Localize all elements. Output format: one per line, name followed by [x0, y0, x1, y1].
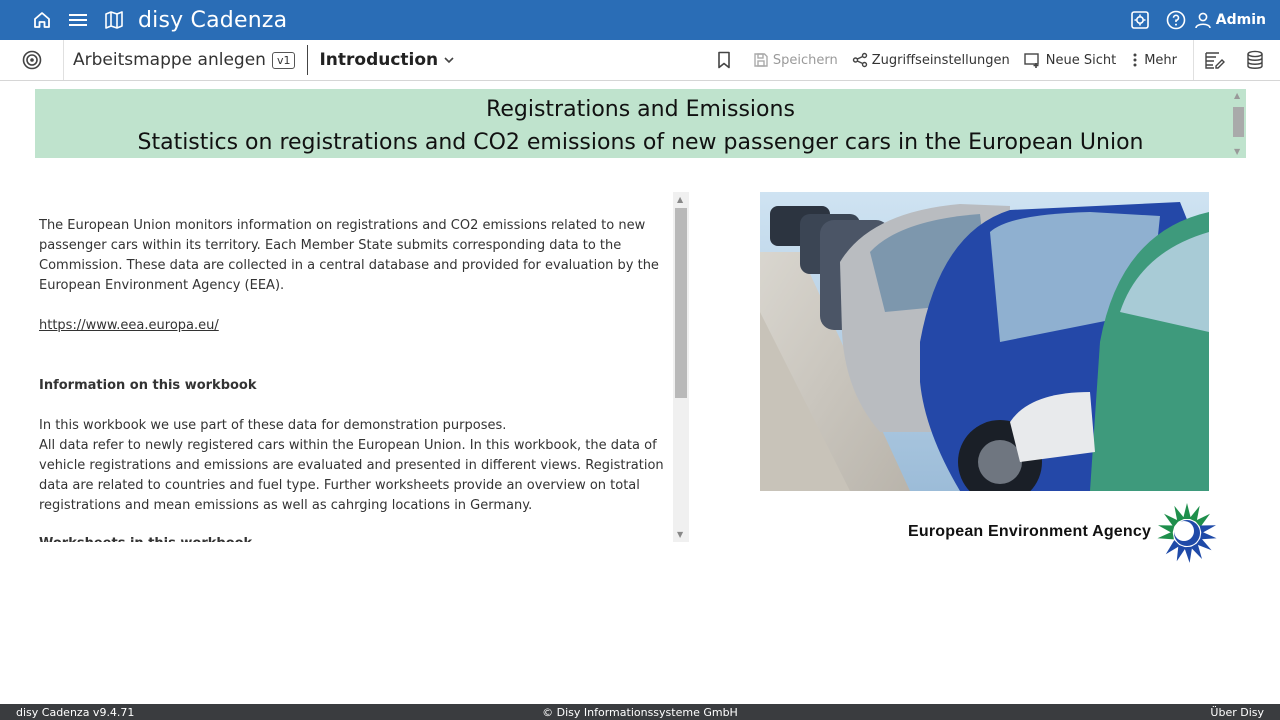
view-selector[interactable]: Introduction: [319, 50, 455, 70]
workbook-toolbar: Arbeitsmappe anlegen v1 Introduction Spe…: [0, 40, 1280, 81]
user-name: Admin: [1215, 12, 1266, 28]
add-view-icon: [1024, 53, 1039, 68]
scroll-down-arrow-icon[interactable]: ▼: [1234, 147, 1240, 156]
workbook-paragraph-2: All data refer to newly registered cars …: [39, 438, 664, 513]
toolbar-divider: [307, 45, 309, 75]
edit-view-button[interactable]: [1204, 50, 1230, 70]
bookmark-button[interactable]: [717, 51, 735, 69]
new-view-label: Neue Sicht: [1045, 52, 1117, 68]
access-settings-button[interactable]: Zugriffseinstellungen: [852, 52, 1010, 68]
user-icon: [1194, 12, 1211, 29]
view-name: Introduction: [319, 50, 439, 70]
app-bar: disy Cadenza Admin: [0, 0, 1280, 40]
eea-link[interactable]: https://www.eea.europa.eu/: [39, 318, 219, 333]
save-button[interactable]: Speichern: [753, 52, 838, 68]
save-icon: [754, 53, 768, 67]
edit-sheet-icon: [1205, 52, 1225, 69]
new-view-button[interactable]: Neue Sicht: [1024, 52, 1116, 68]
navigator-icon[interactable]: [0, 40, 64, 80]
parked-cars-photo: [760, 192, 1209, 491]
share-icon: [852, 52, 867, 68]
description-scrollbar[interactable]: ▲ ▼: [673, 192, 689, 542]
home-icon[interactable]: [24, 0, 60, 40]
user-menu[interactable]: Admin: [1194, 11, 1266, 29]
title-banner: Registrations and Emissions Statistics o…: [35, 89, 1246, 158]
page-title: Registrations and Emissions: [486, 97, 795, 122]
intro-paragraph: The European Union monitors information …: [39, 218, 659, 293]
app-brand[interactable]: disy Cadenza: [138, 8, 287, 33]
eea-emblem-icon: [1157, 503, 1217, 563]
settings-icon[interactable]: [1122, 0, 1158, 40]
page-subtitle: Statistics on registrations and CO2 emis…: [137, 130, 1144, 155]
eea-logo: European Environment Agency: [908, 500, 1228, 570]
help-icon[interactable]: [1158, 0, 1194, 40]
more-button[interactable]: Mehr: [1130, 52, 1177, 68]
more-label: Mehr: [1144, 52, 1177, 68]
description-scroll-thumb[interactable]: [675, 208, 687, 398]
map-icon[interactable]: [96, 0, 132, 40]
banner-scrollbar[interactable]: ▲ ▼: [1230, 89, 1246, 158]
database-icon: [1247, 50, 1263, 69]
scroll-up-arrow-icon[interactable]: ▲: [1234, 91, 1240, 100]
toolbar-divider: [1193, 40, 1194, 80]
footer-version: disy Cadenza v9.4.71: [16, 705, 135, 719]
chevron-down-icon: [444, 57, 454, 64]
footer-copyright: © Disy Informationssysteme GmbH: [542, 705, 738, 719]
section-heading: Information on this workbook: [39, 378, 257, 393]
description-panel: The European Union monitors information …: [35, 192, 690, 542]
access-settings-label: Zugriffseinstellungen: [871, 52, 1010, 68]
version-badge: v1: [271, 51, 296, 69]
about-link[interactable]: Über Disy: [1210, 706, 1264, 719]
banner-scroll-thumb[interactable]: [1233, 107, 1244, 137]
workbook-paragraph-1: In this workbook we use part of these da…: [39, 418, 507, 433]
scroll-up-arrow-icon[interactable]: ▲: [677, 195, 683, 204]
save-label: Speichern: [772, 52, 838, 68]
eea-logo-text: European Environment Agency: [908, 523, 1152, 540]
scroll-down-arrow-icon[interactable]: ▼: [677, 530, 683, 539]
bookmark-icon: [718, 51, 730, 69]
more-vertical-icon: [1133, 53, 1137, 67]
workbook-name[interactable]: Arbeitsmappe anlegen: [73, 50, 266, 70]
menu-icon[interactable]: [60, 0, 96, 40]
data-source-button[interactable]: [1246, 50, 1268, 70]
worksheets-heading: Worksheets in this workbook: [39, 534, 669, 542]
status-footer: disy Cadenza v9.4.71 © Disy Informations…: [0, 704, 1280, 720]
